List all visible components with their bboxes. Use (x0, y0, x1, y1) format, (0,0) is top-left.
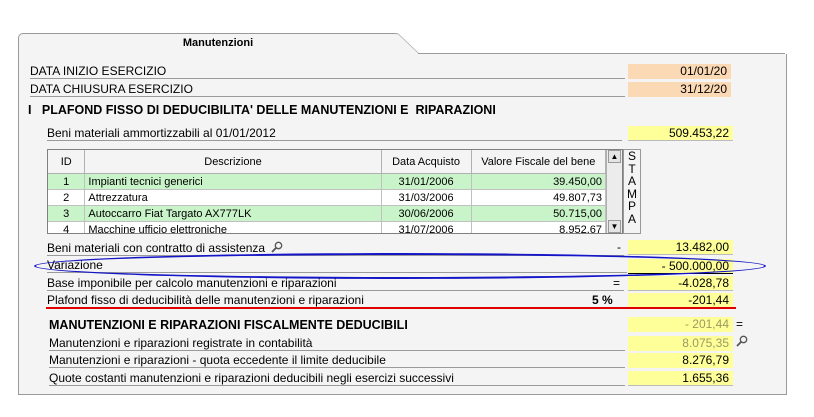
scroll-up-icon[interactable]: ▲ (608, 150, 621, 163)
magnifier-icon[interactable] (271, 241, 283, 253)
cell-id: 3 (48, 205, 86, 222)
magnifier-icon[interactable] (736, 335, 748, 347)
cell-desc: Autoccarro Fiat Targato AX777LK (84, 205, 382, 222)
eccedente-value[interactable]: 8.276,79 (628, 353, 733, 368)
plafond-fisso-value[interactable]: -201,44 (628, 293, 733, 308)
col-id[interactable]: ID (48, 150, 86, 174)
stampa-button[interactable]: S T A M P A (623, 149, 641, 234)
cell-value: 8.952,67 (471, 221, 607, 233)
tab-label: Manutenzioni (182, 37, 254, 49)
stampa-letter: A (627, 174, 636, 188)
cell-id: 1 (48, 173, 86, 190)
quote-costanti-value[interactable]: 1.655,36 (628, 371, 733, 386)
cell-value: 50.715,00 (471, 205, 607, 222)
base-imponibile-sign: = (613, 276, 621, 290)
section-plafond-title: I PLAFOND FISSO DI DEDUCIBILITA' DELLE M… (28, 103, 496, 117)
cell-date: 30/06/2006 (381, 205, 472, 222)
cell-id: 4 (48, 221, 86, 233)
plafond-percent: 5 % (592, 293, 613, 307)
cell-value: 49.807,73 (471, 189, 607, 206)
cell-id: 2 (48, 189, 86, 206)
section-deducibili-title: MANUTENZIONI E RIPARAZIONI FISCALMENTE D… (49, 318, 408, 332)
table-row[interactable]: 3 Autoccarro Fiat Targato AX777LK 30/06/… (48, 205, 607, 222)
plafond-fisso-label: Plafond fisso di deducibilità delle manu… (47, 293, 624, 308)
end-date-field[interactable]: 31/12/20 (628, 82, 731, 97)
col-descrizione[interactable]: Descrizione (84, 150, 382, 174)
table-row[interactable]: 4 Macchine ufficio elettroniche 31/07/20… (48, 221, 607, 233)
base-imponibile-label: Base imponibile per calcolo manutenzioni… (47, 276, 624, 291)
cell-desc: Macchine ufficio elettroniche (84, 221, 382, 233)
tab-strip: Manutenzioni (18, 33, 785, 55)
scroll-down-icon[interactable]: ▼ (608, 220, 621, 233)
registrate-value: 8.075,35 (628, 336, 733, 351)
table-row[interactable]: 1 Impianti tecnici generici 31/01/2006 3… (48, 173, 607, 190)
beni-ammortizzabili-label: Beni materiali ammortizzabili al 01/01/2… (47, 126, 622, 141)
stampa-letter: A (627, 211, 636, 226)
assistenza-sign: - (617, 240, 621, 254)
quote-costanti-label: Quote costanti manutenzioni e riparazion… (49, 371, 625, 386)
stampa-letter: S (627, 149, 636, 163)
assets-grid[interactable]: ID Descrizione Data Acquisto Valore Fisc… (47, 149, 623, 234)
grid-scrollbar[interactable]: ▲ ▼ (606, 150, 622, 233)
eccedente-label: Manutenzioni e riparazioni - quota ecced… (49, 353, 625, 368)
base-imponibile-value[interactable]: -4.028,78 (628, 276, 733, 291)
cell-value: 39.450,00 (471, 173, 607, 190)
cell-date: 31/01/2006 (381, 173, 472, 190)
cell-desc: Impianti tecnici generici (84, 173, 382, 190)
cell-date: 31/07/2006 (381, 221, 472, 233)
col-valore-fiscale[interactable]: Valore Fiscale del bene (471, 150, 607, 174)
beni-ammortizzabili-value[interactable]: 509.453,22 (628, 126, 733, 141)
table-row[interactable]: 2 Attrezzatura 31/03/2006 49.807,73 (48, 189, 607, 206)
start-date-label: DATA INIZIO ESERCIZIO (30, 64, 625, 79)
cell-date: 31/03/2006 (381, 189, 472, 206)
cell-desc: Attrezzatura (84, 189, 382, 206)
highlight-underline (46, 307, 736, 309)
registrate-label: Manutenzioni e riparazioni registrate in… (49, 336, 625, 351)
deducibili-total-sign: = (736, 317, 744, 331)
stampa-letter: P (627, 199, 636, 213)
assistenza-label: Beni materiali con contratto di assisten… (47, 241, 266, 255)
assistenza-value[interactable]: 13.482,00 (628, 240, 733, 255)
col-data-acquisto[interactable]: Data Acquisto (381, 150, 472, 174)
deducibili-total-value: - 201,44 (628, 317, 733, 332)
start-date-field[interactable]: 01/01/20 (628, 64, 731, 79)
end-date-label: DATA CHIUSURA ESERCIZIO (30, 82, 625, 97)
